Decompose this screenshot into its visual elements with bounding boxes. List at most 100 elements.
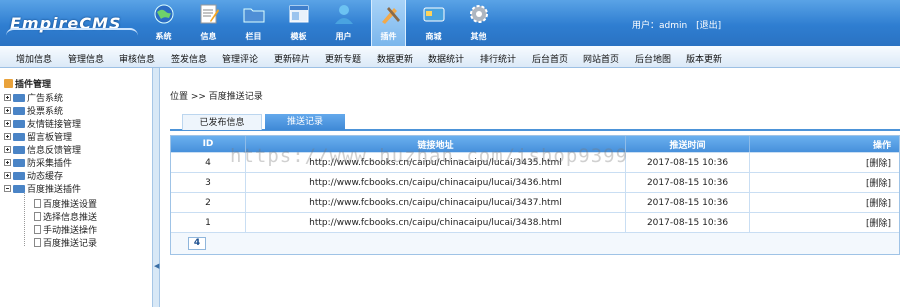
delete-link[interactable]: [删除]	[750, 153, 899, 172]
menu-update-fragments[interactable]: 更新碎片	[274, 52, 310, 65]
menu-review-info[interactable]: 审核信息	[119, 52, 155, 65]
cell-time: 2017-08-15 10:36	[626, 153, 750, 172]
plugin-icon	[4, 79, 13, 88]
cell-url[interactable]: http://www.fcbooks.cn/caipu/chinacaipu/l…	[246, 173, 626, 192]
module-shop[interactable]: 商城	[416, 0, 451, 46]
main-content: 位置 >> 百度推送记录 已发布信息 推送记录 ID 链接地址 推送时间 操作 …	[160, 68, 900, 307]
module-plugin[interactable]: 插件	[371, 0, 406, 46]
tree-node-anticollect[interactable]: 防采集插件	[4, 156, 72, 169]
expand-icon[interactable]	[4, 159, 11, 166]
cell-id: 3	[171, 173, 246, 192]
cell-id: 1	[171, 213, 246, 232]
header-action: 操作	[872, 140, 891, 151]
menu-data-stats[interactable]: 数据统计	[428, 52, 464, 65]
tree-leaf-manual-push[interactable]: 手动推送操作	[34, 223, 97, 236]
table-row: 1 http://www.fcbooks.cn/caipu/chinacaipu…	[171, 212, 899, 232]
expand-icon[interactable]	[4, 120, 11, 127]
header-id: ID	[171, 136, 246, 152]
document-icon	[34, 212, 41, 221]
expand-icon[interactable]	[4, 146, 11, 153]
tab-push-records[interactable]: 推送记录	[265, 114, 345, 130]
cell-url[interactable]: http://www.fcbooks.cn/caipu/chinacaipu/l…	[246, 193, 626, 212]
expand-icon[interactable]	[4, 172, 11, 179]
cell-time: 2017-08-15 10:36	[626, 173, 750, 192]
expand-icon[interactable]	[4, 133, 11, 140]
logout-link[interactable]: [退出]	[696, 21, 721, 31]
folder-icon	[13, 94, 25, 102]
header-time: 推送时间	[626, 136, 750, 152]
menu-sign-info[interactable]: 签发信息	[171, 52, 207, 65]
cell-id: 2	[171, 193, 246, 212]
table-row: 2 http://www.fcbooks.cn/caipu/chinacaipu…	[171, 192, 899, 212]
tree-node-cache[interactable]: 动态缓存	[4, 169, 63, 182]
folder-icon	[243, 8, 265, 23]
tools-icon	[382, 7, 400, 24]
window-icon	[289, 5, 309, 23]
tab-published[interactable]: 已发布信息	[182, 114, 262, 130]
menu-manage-comments[interactable]: 管理评论	[222, 52, 258, 65]
menu-add-info[interactable]: 增加信息	[16, 52, 52, 65]
menu-update-topics[interactable]: 更新专题	[325, 52, 361, 65]
collapse-arrow-icon[interactable]: ◀	[154, 262, 159, 270]
module-info[interactable]: 信息	[191, 0, 226, 46]
menu-admin-home[interactable]: 后台首页	[532, 52, 568, 65]
tree-node-ads[interactable]: 广告系统	[4, 91, 63, 104]
collapse-icon[interactable]	[4, 185, 11, 192]
folder-icon	[13, 133, 25, 141]
menu-manage-info[interactable]: 管理信息	[68, 52, 104, 65]
cell-time: 2017-08-15 10:36	[626, 193, 750, 212]
document-icon	[34, 225, 41, 234]
page-number[interactable]: 4	[188, 237, 206, 250]
menu-version-update[interactable]: 版本更新	[686, 52, 722, 65]
pane-splitter[interactable]: ◀	[152, 68, 160, 307]
push-records-table: ID 链接地址 推送时间 操作 4 http://www.fcbooks.cn/…	[170, 135, 900, 255]
tree-node-links[interactable]: 友情链接管理	[4, 117, 81, 130]
cell-id: 4	[171, 153, 246, 172]
module-column[interactable]: 栏目	[236, 0, 271, 46]
cell-url[interactable]: http://www.fcbooks.cn/caipu/chinacaipu/l…	[246, 213, 626, 232]
folder-icon	[13, 120, 25, 128]
expand-icon[interactable]	[4, 107, 11, 114]
table-header: ID 链接地址 推送时间 操作	[171, 136, 899, 152]
module-nav: 系统 信息 栏目 模板 用户 插件 商城 其他	[146, 0, 506, 46]
folder-icon	[13, 146, 25, 154]
cell-url[interactable]: http://www.fcbooks.cn/caipu/chinacaipu/l…	[246, 153, 626, 172]
table-row: 3 http://www.fcbooks.cn/caipu/chinacaipu…	[171, 172, 899, 192]
document-icon	[34, 199, 41, 208]
tab-bar: 已发布信息 推送记录	[170, 114, 900, 131]
tree-leaf-push-settings[interactable]: 百度推送设置	[34, 197, 97, 210]
delete-link[interactable]: [删除]	[750, 213, 899, 232]
menu-site-home[interactable]: 网站首页	[583, 52, 619, 65]
tree-title: 插件管理	[4, 77, 51, 90]
menu-data-update[interactable]: 数据更新	[377, 52, 413, 65]
top-header: EmpireCMS 系统 信息 栏目 模板 用户 插件 商城 其他 用户：adm…	[0, 0, 900, 46]
folder-icon	[13, 159, 25, 167]
menu-rank-stats[interactable]: 排行统计	[480, 52, 516, 65]
tree-node-vote[interactable]: 投票系统	[4, 104, 63, 117]
folder-icon	[13, 107, 25, 115]
delete-link[interactable]: [删除]	[750, 193, 899, 212]
open-folder-icon	[13, 185, 25, 193]
delete-link[interactable]: [删除]	[750, 173, 899, 192]
module-system[interactable]: 系统	[146, 0, 181, 46]
module-template[interactable]: 模板	[281, 0, 316, 46]
header-url: 链接地址	[246, 136, 626, 152]
module-user[interactable]: 用户	[326, 0, 361, 46]
pagination: 4	[171, 232, 899, 254]
tree-node-feedback[interactable]: 信息反馈管理	[4, 143, 81, 156]
username: 用户：admin	[632, 21, 688, 31]
tree-leaf-select-push[interactable]: 选择信息推送	[34, 210, 97, 223]
menu-admin-map[interactable]: 后台地图	[635, 52, 671, 65]
tree-leaf-push-records[interactable]: 百度推送记录	[34, 236, 97, 249]
folder-icon	[13, 172, 25, 180]
gear-icon	[470, 5, 488, 23]
table-row: 4 http://www.fcbooks.cn/caipu/chinacaipu…	[171, 152, 899, 172]
cell-time: 2017-08-15 10:36	[626, 213, 750, 232]
notepad-icon	[200, 4, 219, 24]
card-icon	[423, 7, 445, 22]
tree-node-guestbook[interactable]: 留言板管理	[4, 130, 72, 143]
expand-icon[interactable]	[4, 94, 11, 101]
plugin-tree: 插件管理 广告系统 投票系统 友情链接管理 留言板管理 信息反馈管理 防采集插件…	[0, 68, 152, 307]
tree-node-baidu-push[interactable]: 百度推送插件	[4, 182, 81, 195]
module-other[interactable]: 其他	[461, 0, 496, 46]
